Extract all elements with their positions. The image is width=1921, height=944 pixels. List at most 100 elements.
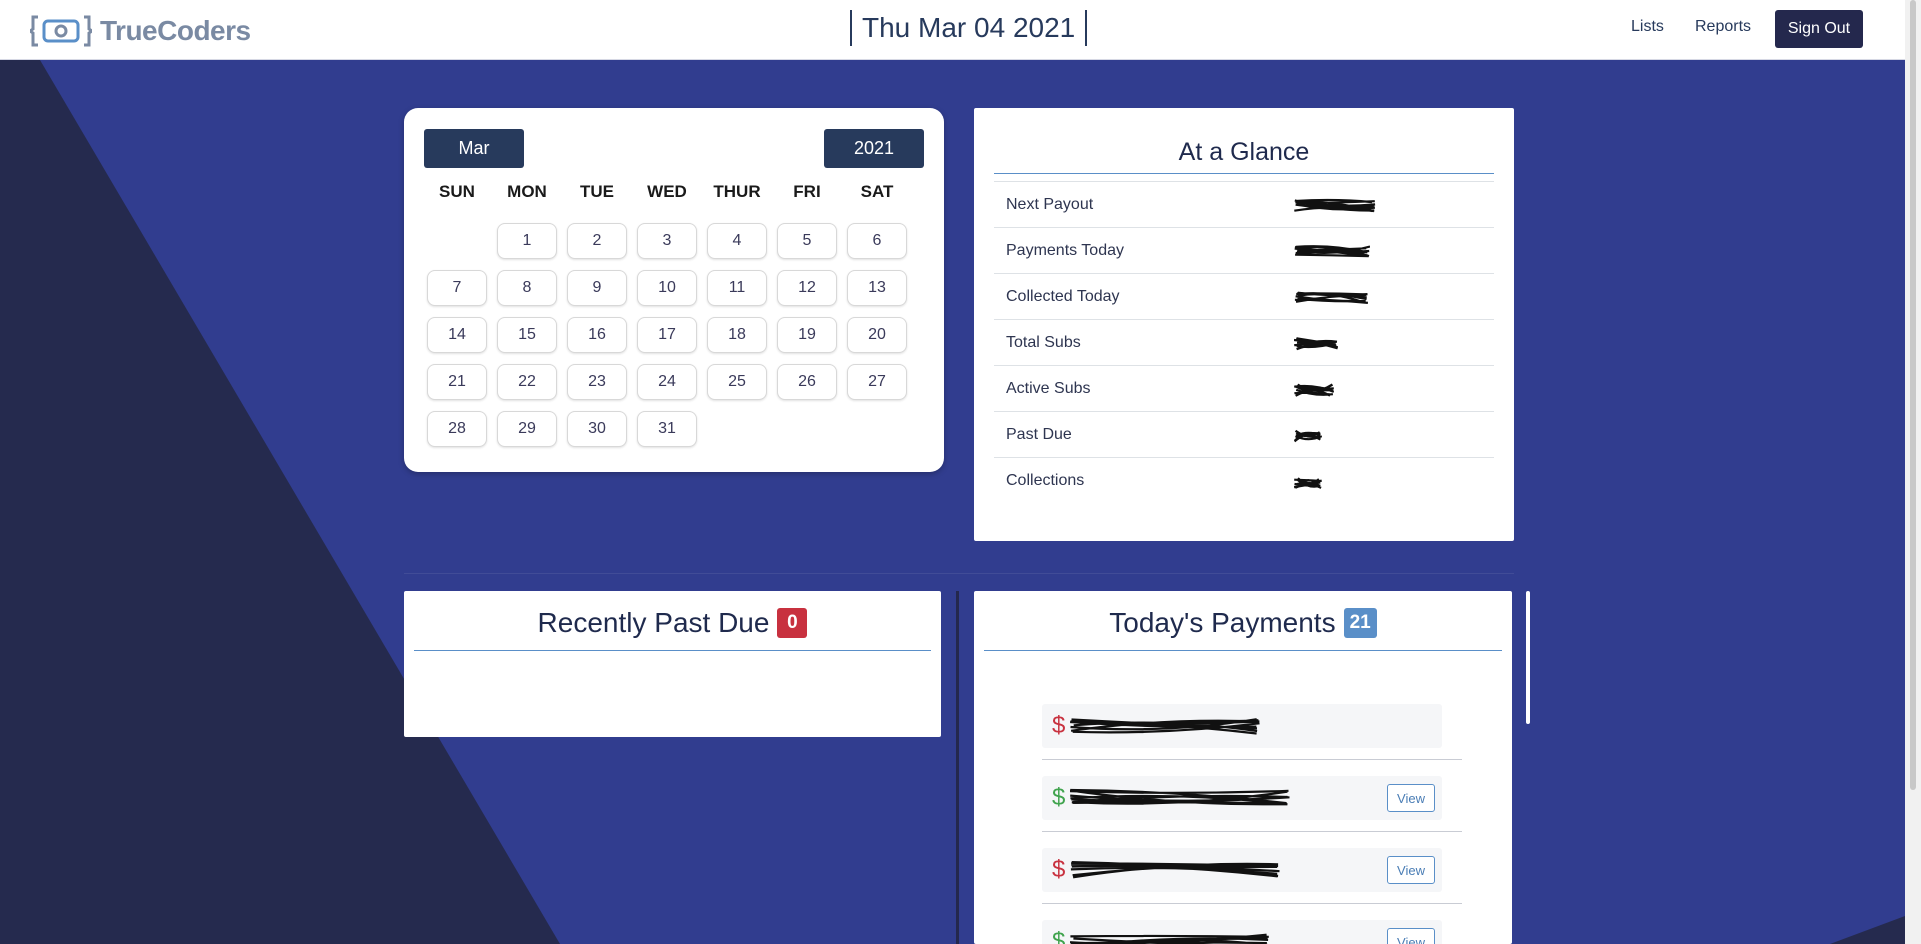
payment-name xyxy=(1069,788,1290,813)
calendar-day[interactable]: 24 xyxy=(637,364,697,400)
logo-text: TrueCoders xyxy=(100,15,251,46)
glance-row-label: Collected Today xyxy=(1006,288,1120,305)
calendar-day[interactable]: 8 xyxy=(497,270,557,306)
glance-row-value xyxy=(1293,474,1323,495)
calendar-day[interactable]: 30 xyxy=(567,411,627,447)
redacted-value xyxy=(1069,933,1269,944)
glance-row-label: Payments Today xyxy=(1006,242,1124,259)
payment-separator xyxy=(1042,831,1462,832)
section-divider xyxy=(404,573,1514,574)
calendar-day[interactable]: 19 xyxy=(777,317,837,353)
past-due-heading: Recently Past Due 0 xyxy=(414,607,931,639)
calendar-day[interactable]: 26 xyxy=(777,364,837,400)
calendar-day[interactable]: 18 xyxy=(707,317,767,353)
year-select-button[interactable]: 2021 xyxy=(824,129,924,168)
calendar-day[interactable]: 1 xyxy=(497,223,557,259)
redacted-value xyxy=(1293,477,1323,489)
dollar-icon: $ xyxy=(1052,928,1066,944)
payment-row[interactable]: $ View xyxy=(1042,920,1442,944)
weekday-header: WED xyxy=(647,182,687,201)
glance-title-rule xyxy=(994,173,1494,174)
calendar-day[interactable]: 21 xyxy=(427,364,487,400)
calendar-day[interactable]: 2 xyxy=(567,223,627,259)
dollar-icon: $ xyxy=(1052,784,1066,811)
calendar-day[interactable]: 12 xyxy=(777,270,837,306)
calendar-day[interactable]: 22 xyxy=(497,364,557,400)
dollar-icon: $ xyxy=(1052,712,1066,739)
calendar-day[interactable]: 15 xyxy=(497,317,557,353)
weekday-header: MON xyxy=(507,182,547,201)
nav-reports-link[interactable]: Reports xyxy=(1695,18,1751,36)
glance-row-value xyxy=(1294,198,1376,219)
glance-row: Past Due xyxy=(994,411,1494,457)
glance-row-value xyxy=(1294,290,1369,311)
calendar-day[interactable]: 7 xyxy=(427,270,487,306)
past-due-count-badge: 0 xyxy=(777,608,808,638)
calendar-day[interactable]: 20 xyxy=(847,317,907,353)
payment-row[interactable]: $ View xyxy=(1042,776,1442,820)
weekday-header: FRI xyxy=(793,182,821,201)
payment-row[interactable]: $ xyxy=(1042,704,1442,748)
redacted-value xyxy=(1293,337,1339,351)
glance-title: At a Glance xyxy=(1178,138,1310,166)
calendar-day[interactable]: 4 xyxy=(707,223,767,259)
glance-row: Total Subs xyxy=(994,319,1494,365)
past-due-title: Recently Past Due xyxy=(537,607,770,638)
payments-heading: Today's Payments 21 xyxy=(984,607,1502,639)
calendar-day[interactable]: 6 xyxy=(847,223,907,259)
redacted-value xyxy=(1069,788,1290,806)
redacted-value xyxy=(1294,383,1335,397)
calendar-day[interactable]: 16 xyxy=(567,317,627,353)
calendar-day[interactable]: 29 xyxy=(497,411,557,447)
payment-row[interactable]: $ View xyxy=(1042,848,1442,892)
background-wedge xyxy=(0,60,1921,944)
month-select-button[interactable]: Mar xyxy=(424,129,524,168)
calendar-day[interactable]: 3 xyxy=(637,223,697,259)
column-divider xyxy=(956,591,959,944)
payment-separator xyxy=(1042,903,1462,904)
glance-row-label: Collections xyxy=(1006,472,1085,489)
view-payment-button[interactable]: View xyxy=(1387,784,1435,812)
glance-row: Collected Today xyxy=(994,273,1494,319)
sign-out-button[interactable]: Sign Out xyxy=(1775,10,1863,48)
calendar-card: Mar 2021 SUN MON TUE WED THUR FRI SAT 1 2 3 4 5 6 7 8 9… xyxy=(404,108,944,472)
glance-row: Collections xyxy=(994,457,1494,503)
glance-row-value xyxy=(1293,336,1339,357)
calendar-day[interactable]: 9 xyxy=(567,270,627,306)
calendar-day[interactable]: 17 xyxy=(637,317,697,353)
glance-row: Payments Today xyxy=(994,227,1494,273)
view-payment-button[interactable]: View xyxy=(1387,856,1435,884)
calendar-day[interactable]: 27 xyxy=(847,364,907,400)
calendar-day[interactable]: 31 xyxy=(637,411,697,447)
glance-row-label: Active Subs xyxy=(1006,380,1091,397)
calendar-day[interactable]: 25 xyxy=(707,364,767,400)
glance-row-value xyxy=(1294,382,1335,403)
calendar-day[interactable]: 23 xyxy=(567,364,627,400)
glance-row-label: Total Subs xyxy=(1006,334,1081,351)
payments-scrollbar[interactable] xyxy=(1526,591,1530,724)
calendar-day[interactable]: 14 xyxy=(427,317,487,353)
glance-row-value xyxy=(1293,428,1323,449)
weekday-header: SUN xyxy=(439,182,475,201)
payment-name xyxy=(1069,932,1270,944)
calendar-day[interactable]: 13 xyxy=(847,270,907,306)
redacted-value xyxy=(1294,245,1371,258)
redacted-value xyxy=(1294,198,1376,213)
payments-title: Today's Payments xyxy=(1109,607,1336,638)
calendar-day[interactable]: 11 xyxy=(707,270,767,306)
view-payment-button[interactable]: View xyxy=(1387,928,1435,944)
redacted-value xyxy=(1294,291,1369,304)
payments-rule xyxy=(984,650,1502,651)
past-due-rule xyxy=(414,650,931,651)
glance-row-value xyxy=(1294,244,1371,265)
todays-payments-card: Today's Payments 21 $ $ View $ View $ View xyxy=(974,591,1512,944)
logo[interactable]: TrueCoders xyxy=(30,14,251,48)
redacted-value xyxy=(1070,861,1280,879)
calendar-day[interactable]: 5 xyxy=(777,223,837,259)
recently-past-due-card: Recently Past Due 0 xyxy=(404,591,941,737)
page-scrollbar-thumb[interactable] xyxy=(1910,0,1916,790)
nav-lists-link[interactable]: Lists xyxy=(1631,18,1664,36)
calendar-day[interactable]: 28 xyxy=(427,411,487,447)
glance-row: Active Subs xyxy=(994,365,1494,411)
calendar-day[interactable]: 10 xyxy=(637,270,697,306)
